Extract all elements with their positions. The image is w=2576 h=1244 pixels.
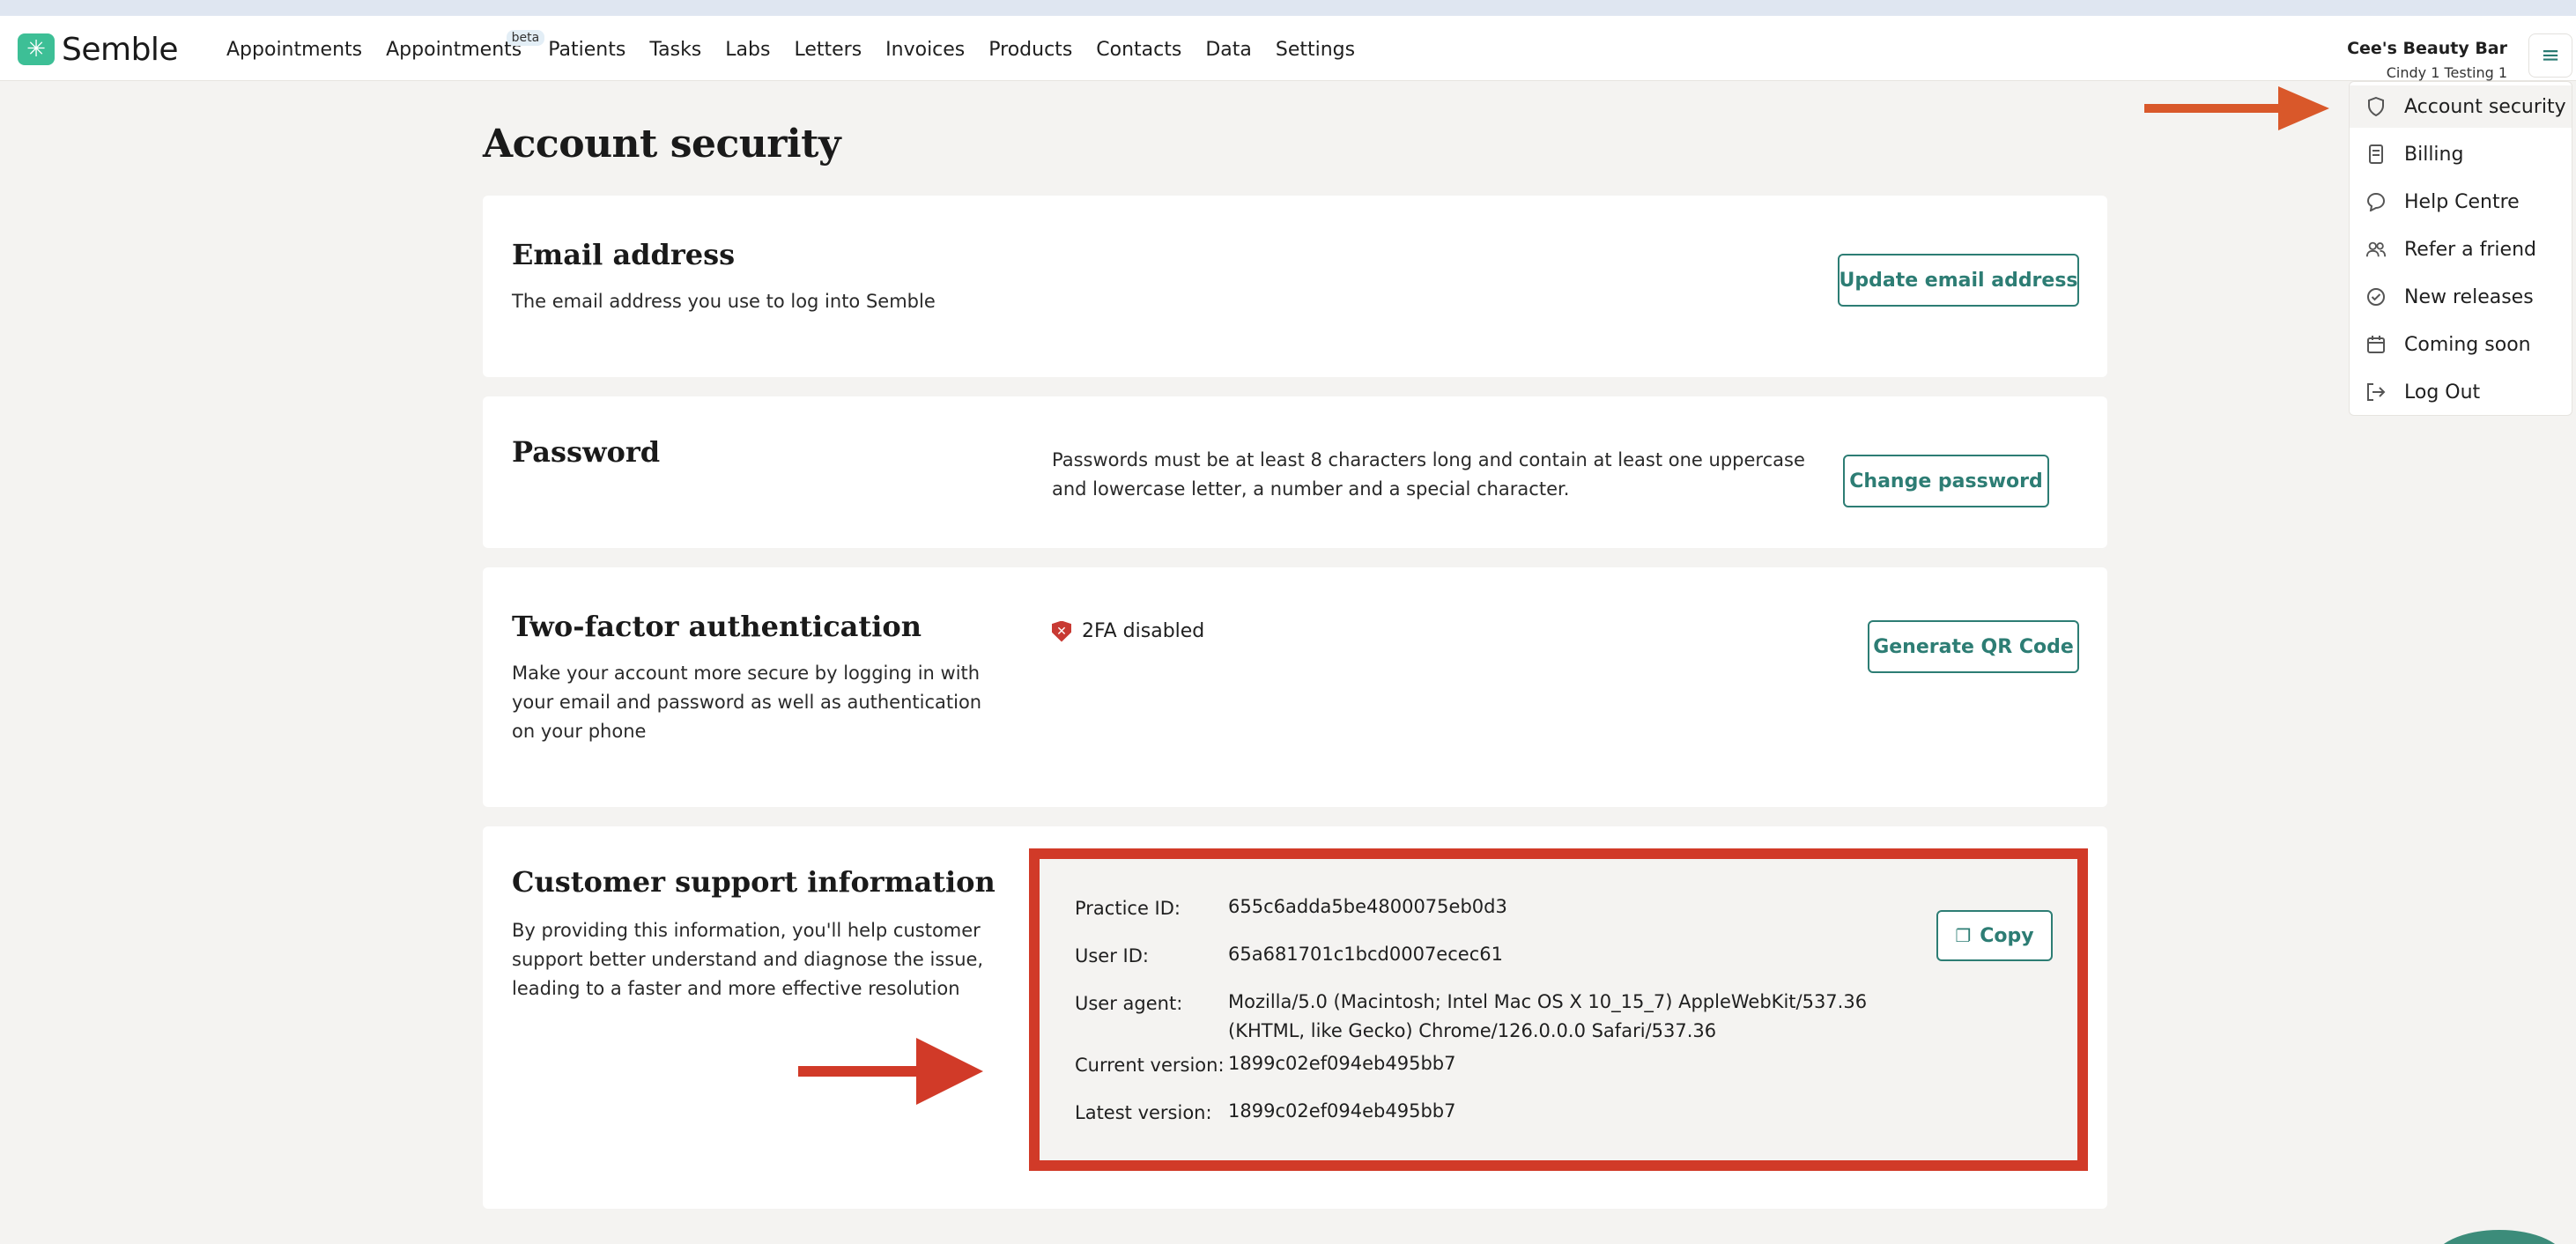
nav-appointments-beta[interactable]: Appointments beta <box>386 29 545 61</box>
two-factor-card-title: Two-factor authentication <box>512 610 922 643</box>
nav-appointments[interactable]: Appointments <box>226 39 362 61</box>
top-navbar: ✳ Semble Appointments Appointments beta … <box>0 16 2576 81</box>
two-factor-card: Two-factor authentication Make your acco… <box>483 567 2107 807</box>
password-requirements: Passwords must be at least 8 characters … <box>1052 449 1805 500</box>
menu-item-label: Coming soon <box>2404 333 2531 356</box>
account-dropdown-menu: Account security Billing Help Centre Ref… <box>2349 81 2572 416</box>
customer-support-card: Customer support information By providin… <box>483 826 2107 1209</box>
hamburger-menu-button[interactable]: ≡ <box>2528 33 2572 78</box>
semble-logo-icon: ✳ <box>18 33 55 65</box>
menu-item-coming-soon[interactable]: Coming soon <box>2350 323 2572 366</box>
update-email-button[interactable]: Update email address <box>1838 254 2079 307</box>
nav-labs[interactable]: Labs <box>725 39 770 61</box>
chat-icon <box>2365 191 2387 212</box>
shield-icon <box>2365 96 2387 117</box>
main-nav: Appointments Appointments beta Patients … <box>226 29 1379 67</box>
nav-contacts[interactable]: Contacts <box>1096 39 1181 61</box>
two-factor-description: Make your account more secure by logging… <box>512 663 982 742</box>
generate-qr-code-button[interactable]: Generate QR Code <box>1868 620 2079 673</box>
support-card-title: Customer support information <box>512 865 996 899</box>
user-agent-value: Mozilla/5.0 (Macintosh; Intel Mac OS X 1… <box>1228 991 1868 1041</box>
two-factor-status: ✕ 2FA disabled <box>1052 620 1204 642</box>
users-icon <box>2365 239 2387 260</box>
latest-version-value: 1899c02ef094eb495bb7 <box>1228 1100 1456 1122</box>
support-info-highlight: Practice ID: 655c6adda5be4800075eb0d3 Us… <box>1029 848 2088 1171</box>
user-id-label: User ID: <box>1075 945 1149 966</box>
account-switcher[interactable]: Cee's Beauty Bar Cindy 1 Testing 1 <box>2347 39 2507 81</box>
support-card-description: By providing this information, you'll he… <box>512 920 984 999</box>
user-agent-label: User agent: <box>1075 993 1183 1014</box>
nav-tasks[interactable]: Tasks <box>649 39 701 61</box>
latest-version-label: Latest version: <box>1075 1102 1212 1123</box>
nav-data[interactable]: Data <box>1205 39 1252 61</box>
copy-button-label: Copy <box>1980 924 2034 947</box>
two-factor-status-text: 2FA disabled <box>1082 620 1205 642</box>
password-card-title: Password <box>512 435 661 469</box>
chat-widget-button[interactable] <box>2433 1230 2565 1244</box>
logout-icon <box>2365 381 2387 403</box>
menu-item-label: New releases <box>2404 285 2534 308</box>
email-card-title: Email address <box>512 238 736 271</box>
practice-id-label: Practice ID: <box>1075 898 1181 919</box>
menu-item-log-out[interactable]: Log Out <box>2350 371 2572 413</box>
current-version-label: Current version: <box>1075 1055 1225 1076</box>
email-address-card: Email address The email address you use … <box>483 196 2107 377</box>
nav-settings[interactable]: Settings <box>1276 39 1355 61</box>
brand-name: Semble <box>62 31 179 68</box>
nav-products[interactable]: Products <box>988 39 1072 61</box>
check-circle-icon <box>2365 286 2387 307</box>
change-password-button[interactable]: Change password <box>1843 455 2049 507</box>
semble-logo[interactable]: ✳ Semble <box>18 31 179 68</box>
user-id-value: 65a681701c1bcd0007ecec61 <box>1228 944 1503 965</box>
nav-invoices[interactable]: Invoices <box>885 39 965 61</box>
menu-item-label: Refer a friend <box>2404 238 2536 261</box>
account-name: Cee's Beauty Bar <box>2347 39 2507 58</box>
page-title: Account security <box>483 122 841 167</box>
current-version-value: 1899c02ef094eb495bb7 <box>1228 1053 1456 1074</box>
menu-item-label: Help Centre <box>2404 190 2520 213</box>
shield-x-icon: ✕ <box>1052 620 1071 642</box>
nav-patients[interactable]: Patients <box>548 39 625 61</box>
menu-item-account-security[interactable]: Account security <box>2350 85 2572 128</box>
menu-item-help-centre[interactable]: Help Centre <box>2350 181 2572 223</box>
beta-badge: beta <box>506 29 545 46</box>
menu-item-label: Log Out <box>2404 381 2481 404</box>
account-user: Cindy 1 Testing 1 <box>2386 64 2507 81</box>
document-icon <box>2365 144 2387 165</box>
browser-top-strip <box>0 0 2576 16</box>
menu-item-billing[interactable]: Billing <box>2350 133 2572 175</box>
annotation-arrow-menu <box>2144 86 2329 130</box>
email-card-description: The email address you use to log into Se… <box>512 291 936 312</box>
menu-item-new-releases[interactable]: New releases <box>2350 276 2572 318</box>
practice-id-value: 655c6adda5be4800075eb0d3 <box>1228 896 1507 917</box>
nav-appointments-beta-label: Appointments <box>386 38 522 61</box>
menu-item-refer-a-friend[interactable]: Refer a friend <box>2350 228 2572 270</box>
menu-item-label: Account security <box>2404 95 2566 118</box>
annotation-arrow-support <box>798 1038 983 1105</box>
nav-letters[interactable]: Letters <box>794 39 862 61</box>
menu-item-label: Billing <box>2404 143 2464 166</box>
copy-icon: ❐ <box>1955 925 1972 946</box>
calendar-icon <box>2365 334 2387 355</box>
password-card: Password Passwords must be at least 8 ch… <box>483 396 2107 548</box>
hamburger-icon: ≡ <box>2541 42 2560 69</box>
copy-button[interactable]: ❐ Copy <box>1936 910 2053 961</box>
